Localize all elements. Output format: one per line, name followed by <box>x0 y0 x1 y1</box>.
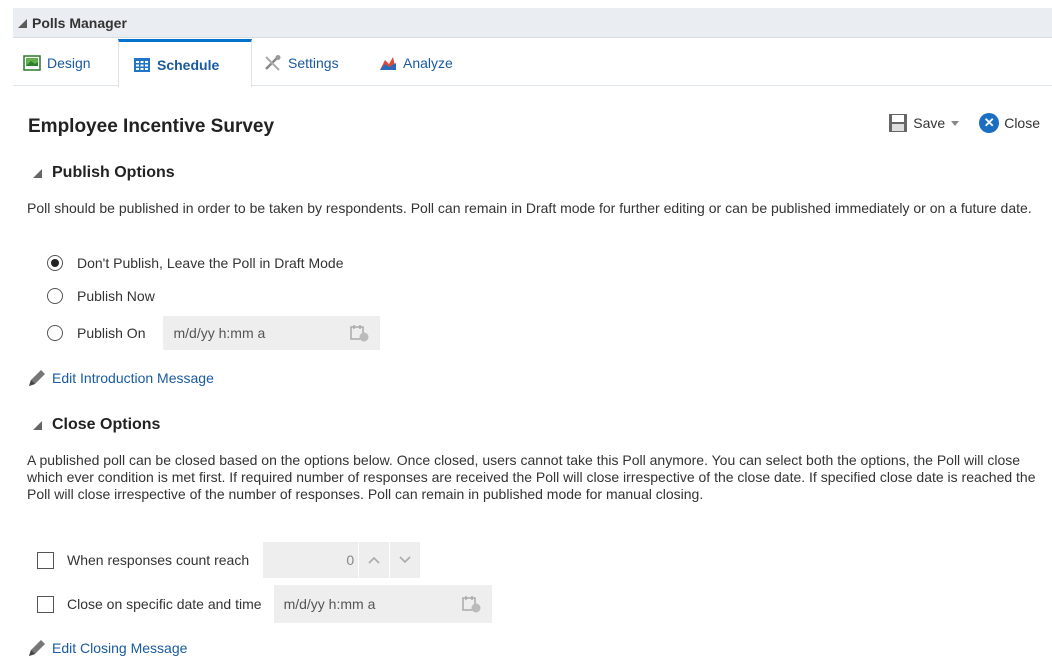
radio-label: Publish On <box>77 325 146 341</box>
publish-options-title: Publish Options <box>52 164 175 181</box>
save-label: Save <box>913 115 946 131</box>
analyze-chart-icon <box>380 56 396 70</box>
collapse-triangle-icon[interactable] <box>18 19 27 28</box>
increment-button[interactable] <box>358 542 389 578</box>
radio-publish-now[interactable]: Publish Now <box>47 288 155 304</box>
close-date-input[interactable]: m/d/yy h:mm a <box>273 585 492 623</box>
close-label: Close <box>1004 115 1040 131</box>
publish-date-input[interactable]: m/d/yy h:mm a <box>163 316 381 350</box>
radio-button[interactable] <box>47 255 63 271</box>
tab-settings-label: Settings <box>288 54 339 71</box>
decrement-button[interactable] <box>389 542 420 578</box>
design-icon <box>23 54 41 71</box>
schedule-panel: Employee Incentive Survey Save ✕ Close P… <box>13 86 1052 671</box>
radio-label: Don't Publish, Leave the Poll in Draft M… <box>77 255 344 271</box>
edit-closing-label: Edit Closing Message <box>52 640 188 656</box>
edit-intro-label: Edit Introduction Message <box>52 370 214 386</box>
tab-settings[interactable]: Settings <box>264 39 339 86</box>
tab-bar: Design Schedule Settings Analyze <box>13 39 1052 87</box>
date-checkbox[interactable] <box>37 595 54 613</box>
radio-label: Publish Now <box>77 288 155 304</box>
tab-analyze-label: Analyze <box>403 54 453 71</box>
date-placeholder: m/d/yy h:mm a <box>173 325 266 341</box>
tab-schedule-label: Schedule <box>157 56 220 73</box>
date-label: Close on specific date and time <box>67 596 262 612</box>
chevron-down-icon <box>399 556 411 564</box>
count-label: When responses count reach <box>67 552 250 568</box>
publish-description: Poll should be published in order to be … <box>27 200 1032 216</box>
chevron-up-icon <box>368 556 380 564</box>
publish-options-heading[interactable]: Publish Options <box>33 164 175 182</box>
pencil-icon <box>29 640 45 656</box>
tab-schedule[interactable]: Schedule <box>118 39 252 87</box>
calendar-icon <box>134 57 150 72</box>
close-options-heading[interactable]: Close Options <box>33 416 160 434</box>
date-condition-row[interactable]: Close on specific date and time m/d/yy h… <box>37 585 492 623</box>
close-options-title: Close Options <box>52 416 161 433</box>
tab-design[interactable]: Design <box>23 39 91 86</box>
count-value[interactable]: 0 <box>263 552 358 568</box>
calendar-clock-icon[interactable] <box>350 324 370 342</box>
toolbar: Save ✕ Close <box>888 113 1040 133</box>
page-title: Employee Incentive Survey <box>28 116 275 137</box>
count-checkbox[interactable] <box>37 551 54 569</box>
panel-header[interactable]: Polls Manager <box>13 8 1052 38</box>
pencil-icon <box>29 370 45 386</box>
tab-analyze[interactable]: Analyze <box>379 39 453 86</box>
chevron-down-icon[interactable] <box>951 120 960 126</box>
panel-title: Polls Manager <box>32 14 127 31</box>
radio-button[interactable] <box>47 325 63 341</box>
collapse-triangle-icon[interactable] <box>33 168 42 178</box>
close-button[interactable]: ✕ Close <box>979 113 1040 133</box>
edit-closing-message-link[interactable]: Edit Closing Message <box>27 639 187 657</box>
collapse-triangle-icon[interactable] <box>33 420 42 430</box>
save-disk-icon <box>889 114 908 132</box>
radio-button[interactable] <box>47 288 63 304</box>
radio-publish-on[interactable]: Publish On m/d/yy h:mm a <box>47 316 381 350</box>
tab-design-label: Design <box>47 54 91 71</box>
save-button[interactable]: Save <box>888 113 960 133</box>
tools-icon <box>265 54 281 71</box>
close-icon: ✕ <box>979 113 1000 133</box>
count-condition-row[interactable]: When responses count reach 0 <box>37 542 421 578</box>
edit-intro-message-link[interactable]: Edit Introduction Message <box>27 369 214 387</box>
radio-dont-publish[interactable]: Don't Publish, Leave the Poll in Draft M… <box>47 255 344 271</box>
response-count-stepper[interactable]: 0 <box>263 542 421 578</box>
calendar-clock-icon[interactable] <box>461 595 482 613</box>
date-placeholder: m/d/yy h:mm a <box>283 596 376 612</box>
close-description: A published poll can be closed based on … <box>27 452 1036 502</box>
